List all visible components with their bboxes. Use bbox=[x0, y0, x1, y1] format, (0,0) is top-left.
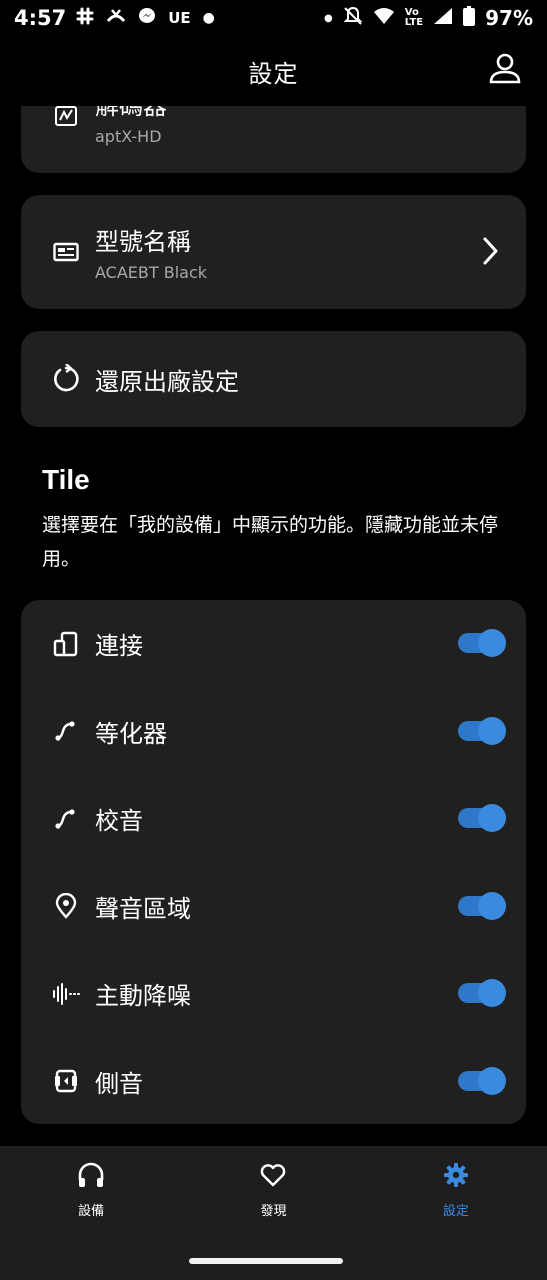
codec-row[interactable]: 解碼器 aptX-HD bbox=[21, 106, 526, 156]
headphones-icon bbox=[76, 1160, 106, 1190]
codec-card[interactable]: 解碼器 aptX-HD bbox=[21, 106, 526, 173]
tile-label: 主動降噪 bbox=[95, 982, 191, 1011]
tile-row-connection[interactable]: 連接 bbox=[21, 600, 526, 688]
reset-icon bbox=[51, 364, 81, 394]
tile-label: 連接 bbox=[95, 632, 143, 661]
wifi-icon bbox=[373, 7, 395, 30]
codec-value: aptX-HD bbox=[95, 127, 162, 146]
tile-toggle-sidetone[interactable] bbox=[458, 1066, 506, 1095]
tile-label: 等化器 bbox=[95, 719, 167, 748]
tile-row-sidetone[interactable]: 側音 bbox=[21, 1038, 526, 1126]
call-forward-icon bbox=[106, 7, 126, 29]
id-card-icon bbox=[51, 237, 81, 267]
ue-icon: UE bbox=[168, 9, 191, 27]
model-label: 型號名稱 bbox=[95, 228, 191, 256]
messenger-icon bbox=[138, 7, 156, 29]
reset-row[interactable]: 還原出廠設定 bbox=[21, 331, 526, 427]
status-time: 4:57 bbox=[14, 6, 67, 30]
gear-icon bbox=[441, 1160, 471, 1190]
signal-icon bbox=[433, 7, 453, 30]
volte-icon: Vo LTE bbox=[404, 7, 424, 28]
noise-cancel-icon bbox=[51, 979, 81, 1009]
settings-list[interactable]: 解碼器 aptX-HD 型號名稱 ACAEBT Black 還原出廠設定 Til… bbox=[0, 106, 547, 1146]
chevron-right-icon bbox=[480, 231, 502, 271]
account-icon[interactable] bbox=[487, 50, 523, 86]
tiles-card: 連接 等化器 校音 聲音區域 主動降噪 側音 bbox=[21, 600, 526, 1124]
nav-discover[interactable]: 發現 bbox=[182, 1146, 364, 1246]
model-value: ACAEBT Black bbox=[95, 263, 208, 282]
location-pin-icon bbox=[51, 891, 81, 921]
tile-label: 聲音區域 bbox=[95, 894, 191, 923]
sidetone-icon bbox=[51, 1066, 81, 1096]
nav-label: 設定 bbox=[442, 1204, 469, 1219]
tile-row-anc[interactable]: 主動降噪 bbox=[21, 950, 526, 1038]
tile-label: 校音 bbox=[95, 807, 143, 836]
bottom-nav: 設備 發現 設定 bbox=[0, 1146, 547, 1246]
tile-toggle-connection[interactable] bbox=[458, 629, 506, 657]
tile-row-sound-zone[interactable]: 聲音區域 bbox=[21, 863, 526, 951]
status-bar: 4:57 UE ● ● Vo LTE 97% bbox=[0, 0, 547, 36]
tile-row-tuning[interactable]: 校音 bbox=[21, 775, 526, 863]
model-row[interactable]: 型號名稱 ACAEBT Black bbox=[21, 195, 526, 309]
dot-icon: ● bbox=[324, 12, 333, 24]
curve-icon bbox=[51, 716, 81, 746]
tile-toggle-anc[interactable] bbox=[458, 979, 506, 1007]
tile-toggle-sound-zone[interactable] bbox=[458, 891, 506, 920]
heart-icon bbox=[258, 1160, 288, 1190]
devices-icon bbox=[51, 629, 81, 659]
reset-label: 還原出廠設定 bbox=[95, 367, 239, 396]
curve-icon bbox=[51, 804, 81, 834]
home-indicator[interactable] bbox=[189, 1258, 343, 1264]
nav-label: 設備 bbox=[78, 1204, 105, 1219]
tiles-section-title: Tile bbox=[42, 464, 90, 495]
notification-icons: UE ● bbox=[76, 7, 215, 29]
tiles-section-description: 選擇要在「我的設備」中顯示的功能。隱藏功能並未停用。 bbox=[42, 514, 499, 570]
tile-row-equalizer[interactable]: 等化器 bbox=[21, 688, 526, 776]
tile-label: 側音 bbox=[95, 1069, 143, 1098]
mute-icon bbox=[343, 6, 363, 31]
nav-label: 發現 bbox=[260, 1204, 287, 1219]
battery-icon bbox=[463, 5, 476, 31]
codec-label: 解碼器 bbox=[95, 106, 167, 120]
dot-icon: ● bbox=[202, 10, 215, 26]
codec-icon bbox=[51, 106, 81, 131]
reset-card[interactable]: 還原出廠設定 bbox=[21, 331, 526, 427]
nav-settings[interactable]: 設定 bbox=[365, 1146, 547, 1246]
system-icons: ● Vo LTE 97% bbox=[324, 5, 533, 31]
page-title: 設定 bbox=[248, 59, 299, 88]
model-card[interactable]: 型號名稱 ACAEBT Black bbox=[21, 195, 526, 309]
app-bar: 設定 bbox=[0, 36, 547, 106]
tile-toggle-equalizer[interactable] bbox=[458, 716, 506, 745]
nav-devices[interactable]: 設備 bbox=[0, 1146, 182, 1246]
slack-icon bbox=[76, 7, 94, 29]
tile-toggle-tuning[interactable] bbox=[458, 804, 506, 832]
battery-level: 97% bbox=[485, 6, 533, 30]
